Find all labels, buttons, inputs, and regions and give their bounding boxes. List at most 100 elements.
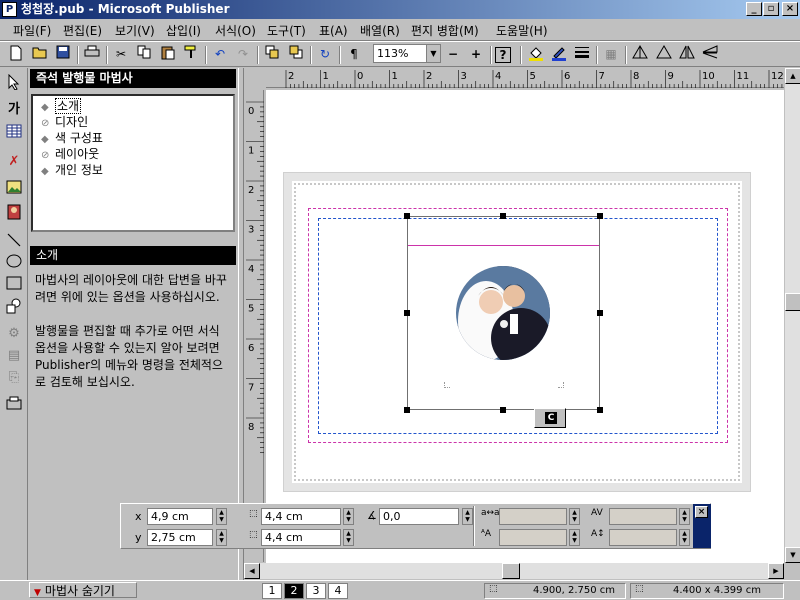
horizontal-scrollbar[interactable]: ◀ ▶ [244,563,784,579]
resize-handle[interactable] [597,407,603,413]
x-position-field[interactable]: 4,9 cm [147,508,213,525]
spin-icon[interactable]: ▲ ▼ [569,508,580,525]
scroll-down-icon[interactable]: ▼ [785,547,800,563]
scroll-up-icon[interactable]: ▲ [785,68,800,84]
open-icon[interactable] [30,45,50,64]
picture-frame-icon[interactable] [3,180,25,200]
page-button-2[interactable]: 2 [284,583,304,599]
resize-handle[interactable] [404,213,410,219]
menu-help[interactable]: 도움말(H) [496,22,548,39]
scroll-left-icon[interactable]: ◀ [244,563,260,579]
y-position-field[interactable]: 2,75 cm [147,529,213,546]
line-style-icon[interactable] [572,45,592,64]
bring-front-icon[interactable] [262,45,282,64]
scroll-right-icon[interactable]: ▶ [768,563,784,579]
spin-icon[interactable]: ▲ ▼ [343,529,354,546]
line-spacing-field[interactable] [609,529,677,546]
close-icon[interactable]: × [695,506,708,518]
ruler-corner[interactable] [244,68,265,89]
wizard-launch-button[interactable]: C [534,408,566,428]
width-field[interactable]: 4,4 cm [261,508,341,525]
rotate-icon[interactable]: ↻ [315,45,335,64]
cut-icon[interactable]: ✂ [111,45,131,64]
zoom-select[interactable]: 113% ▼ [373,44,441,63]
format-painter-icon[interactable] [181,45,201,64]
menu-mail-merge[interactable]: 편지 병합(M) [411,22,479,39]
shadow-icon[interactable]: ▦ [601,45,621,64]
menu-arrange[interactable]: 배열(R) [360,22,400,39]
spin-icon[interactable]: ▲ ▼ [462,508,473,525]
new-icon[interactable] [6,45,26,64]
restore-button[interactable]: ▫ [763,2,779,16]
vertical-scrollbar[interactable]: ▲ ▼ [784,68,800,563]
menu-table[interactable]: 표(A) [319,22,348,39]
pointer-icon[interactable] [3,73,25,94]
spin-icon[interactable]: ▲ ▼ [679,529,690,546]
hotspot-icon[interactable]: ⚙ [3,324,25,344]
oval-tool-icon[interactable] [3,254,25,274]
redo-icon[interactable]: ↷ [233,45,253,64]
rotate-left-icon[interactable] [630,45,650,64]
table-frame-icon[interactable] [3,124,25,144]
spin-icon[interactable]: ▲ ▼ [216,529,227,546]
spin-icon[interactable]: ▲ ▼ [679,508,690,525]
menu-format[interactable]: 서식(O) [215,22,256,39]
spin-icon[interactable]: ▲ ▼ [569,529,580,546]
paragraph-mark-icon[interactable]: ¶ [344,45,364,64]
publisher-icon[interactable]: P [2,2,17,17]
menu-insert[interactable]: 삽입(I) [166,22,201,39]
page-button-4[interactable]: 4 [328,583,348,599]
vertical-ruler[interactable]: 0 1 2 3 4 5 6 7 8 [244,90,264,562]
kerning-field[interactable] [609,508,677,525]
flip-vertical-icon[interactable] [700,45,720,64]
custom-shapes-icon[interactable] [3,298,25,318]
rectangle-tool-icon[interactable] [3,276,25,296]
spin-icon[interactable]: ▲ ▼ [343,508,354,525]
line-color-icon[interactable] [549,45,569,64]
scaling-field[interactable] [499,529,567,546]
publication-workspace[interactable]: C [266,90,784,563]
wordart-icon[interactable]: ✗ [3,152,25,172]
chevron-down-icon[interactable]: ▼ [426,45,440,62]
scroll-thumb[interactable] [785,293,800,311]
resize-handle[interactable] [597,310,603,316]
rotate-right-icon[interactable] [654,45,674,64]
scroll-thumb[interactable] [502,563,520,579]
page-button-1[interactable]: 1 [262,583,282,599]
design-gallery-icon[interactable] [3,396,25,416]
menu-view[interactable]: 보기(V) [115,22,155,39]
clip-gallery-icon[interactable] [3,204,25,224]
angle-field[interactable]: 0,0 [379,508,459,525]
flip-horizontal-icon[interactable] [677,45,697,64]
resize-handle[interactable] [500,213,506,219]
save-icon[interactable] [53,45,73,64]
minimize-button[interactable]: _ [746,2,762,16]
fill-color-icon[interactable] [526,45,546,64]
line-tool-icon[interactable] [3,232,25,252]
horizontal-ruler[interactable]: 2101234567891011121314 [266,68,800,88]
resize-handle[interactable] [500,407,506,413]
hide-wizard-button[interactable]: ▼ 마법사 숨기기 [29,582,137,598]
zoom-in-button[interactable]: + [466,45,486,64]
form-control-icon[interactable]: ▤ [3,346,25,366]
help-button[interactable]: ? [495,47,511,63]
text-frame-icon[interactable]: 가 [3,100,25,120]
copy-icon[interactable] [134,45,154,64]
page-button-3[interactable]: 3 [306,583,326,599]
menu-tools[interactable]: 도구(T) [267,22,306,39]
html-fragment-icon[interactable]: ⎘ [3,368,25,388]
spin-icon[interactable]: ▲ ▼ [216,508,227,525]
paste-icon[interactable] [158,45,178,64]
wizard-item-personal-info[interactable]: ◆ 개인 정보 [41,162,103,180]
send-back-icon[interactable] [286,45,306,64]
char-spacing-field[interactable] [499,508,567,525]
height-field[interactable]: 4,4 cm [261,529,341,546]
print-icon[interactable] [82,45,102,64]
menu-file[interactable]: 파일(F) [13,22,51,39]
close-button[interactable]: × [782,2,798,16]
resize-handle[interactable] [597,213,603,219]
undo-icon[interactable]: ↶ [210,45,230,64]
resize-handle[interactable] [404,310,410,316]
zoom-out-button[interactable]: − [443,45,463,64]
menu-edit[interactable]: 편집(E) [63,22,102,39]
